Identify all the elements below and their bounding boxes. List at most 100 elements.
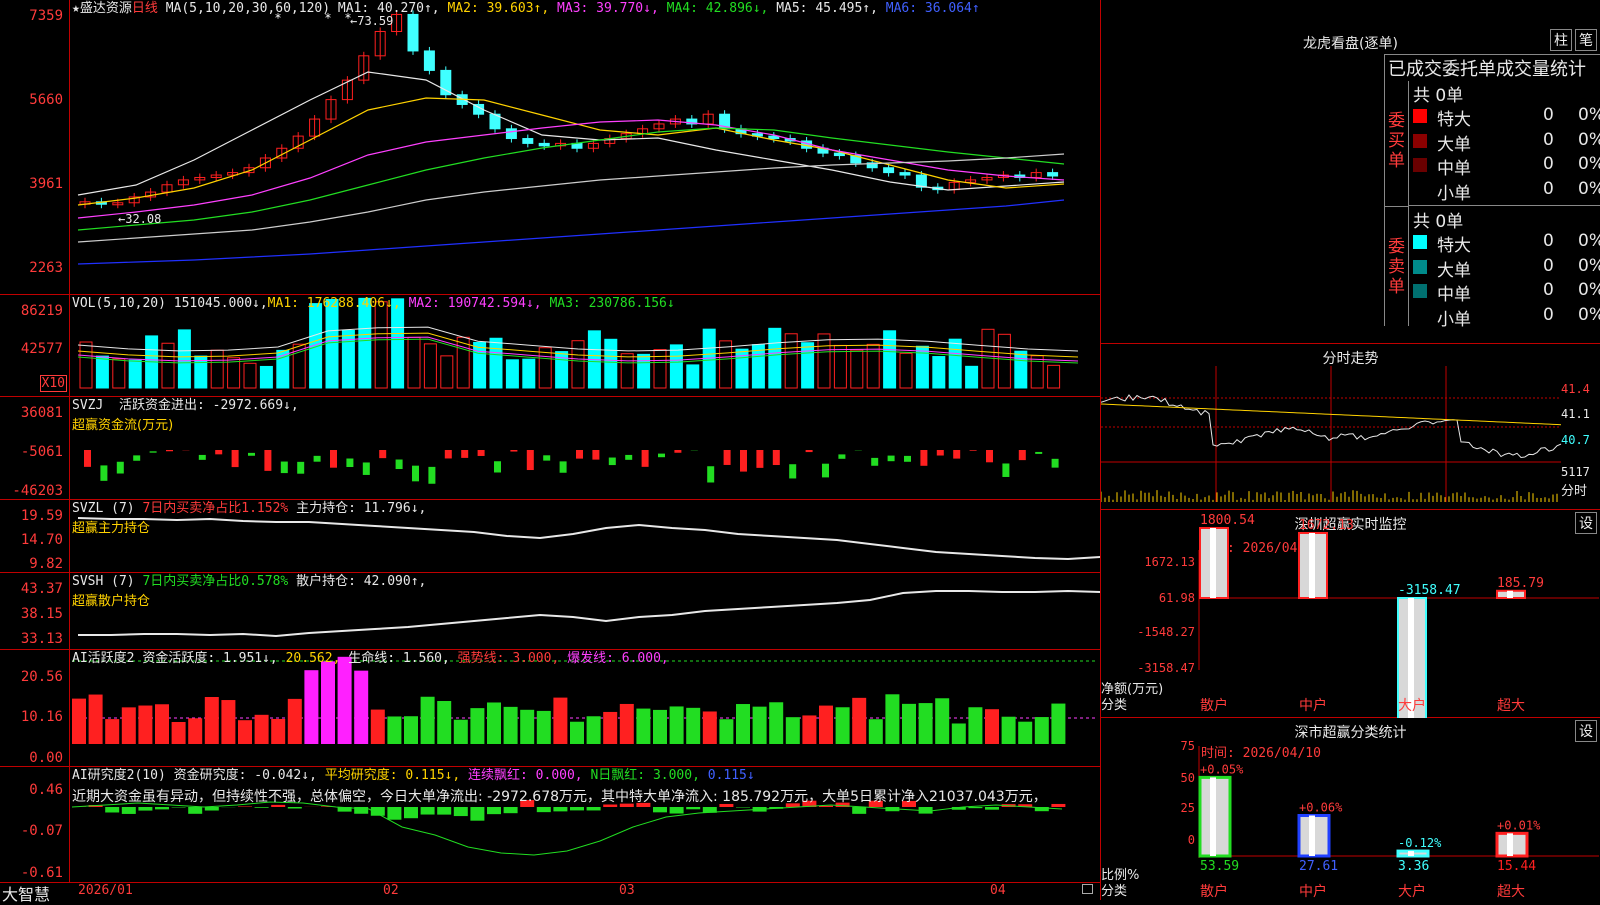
- flow-bar: [953, 450, 960, 459]
- candle-body: [884, 168, 894, 173]
- ma-value: MA4: 42.896↓,: [659, 1, 769, 16]
- ratio-label: 27.61: [1299, 859, 1338, 874]
- activity-bar: [255, 715, 269, 744]
- candle-body: [1048, 173, 1058, 176]
- volume-bar: [670, 345, 682, 388]
- flow-bar: [625, 455, 632, 460]
- category-label: 大户: [1398, 883, 1426, 900]
- order-type: 小单: [1437, 179, 1471, 204]
- candle-body: [506, 129, 516, 139]
- order-pct: 0%: [1578, 256, 1600, 276]
- sz-monitor-panel[interactable]: 深圳超赢实时监控 设 时间: 2026/04/10 1672.1361.98-1…: [1100, 510, 1600, 718]
- activity-bar: [238, 720, 252, 744]
- order-color-swatch: [1413, 109, 1427, 123]
- sz-class-chart[interactable]: 7550250+0.05%53.59散户+0.06%27.61中户-0.12%3…: [1101, 718, 1600, 900]
- date-axis: 大智慧 2026/01 02 03 04: [0, 883, 1100, 900]
- y-tick: 40.7: [1561, 433, 1590, 447]
- low-price-label: ←32.08: [118, 212, 161, 226]
- flow-bar: [592, 450, 599, 460]
- volume-bar: [638, 354, 650, 388]
- svsh-panel[interactable]: 43.37 38.15 33.13 SVSH (7) 7日内买卖净占比0.578…: [0, 573, 1100, 650]
- lock-icon[interactable]: [1082, 884, 1093, 894]
- research-bar: [188, 807, 202, 814]
- activity-bar: [421, 697, 435, 744]
- date-label: 02: [383, 883, 399, 898]
- volume-bar: [687, 365, 699, 388]
- change-label: +0.05%: [1200, 762, 1244, 776]
- buy-total: 共 0单: [1413, 81, 1463, 106]
- sz-class-panel[interactable]: 深市超赢分类统计 设 时间: 2026/04/10 7550250+0.05%5…: [1100, 718, 1600, 900]
- ai-active-chart[interactable]: [0, 650, 1100, 767]
- kline-panel[interactable]: 7359 5660 3961 2263 *** ★盛达资源日线 MA(5,10,…: [0, 0, 1100, 295]
- ai-research-chart[interactable]: [0, 767, 1100, 883]
- activity-bar: [753, 707, 767, 744]
- activity-bar: [271, 719, 285, 744]
- y-tick: 61.98: [1159, 591, 1195, 605]
- kline-chart[interactable]: ***: [0, 0, 1100, 295]
- order-pct: 0%: [1578, 280, 1600, 300]
- ai-active-panel[interactable]: 20.56 10.16 0.00 AI活跃度2 资金活跃度: 1.951↓, 2…: [0, 650, 1100, 767]
- volume-bar: [933, 357, 945, 388]
- research-bar: [138, 807, 152, 811]
- flow-bar: [510, 450, 517, 452]
- intraday-panel[interactable]: 分时走势 41.4 41.1 40.7 5117 分时: [1100, 344, 1600, 510]
- order-count: 0: [1543, 231, 1554, 251]
- activity-bar: [869, 719, 883, 744]
- order-row: 中单00%: [1413, 154, 1600, 176]
- svzj-header: SVZJ 活跃资金进出: -2972.669↓,: [72, 399, 299, 413]
- intraday-chart[interactable]: [1101, 344, 1600, 510]
- flow-bar: [970, 450, 977, 451]
- y-tick: 50: [1181, 771, 1195, 785]
- activity-bar: [686, 708, 700, 744]
- volume-bar: [490, 338, 502, 388]
- flow-bar: [412, 466, 419, 482]
- dragon-tiger-title: 龙虎看盘(逐单): [1101, 33, 1600, 53]
- volume-bar: [539, 348, 551, 388]
- order-color-swatch: [1413, 284, 1427, 298]
- flow-bar: [773, 450, 780, 465]
- volume-bar: [178, 330, 190, 388]
- vol-header: VOL(5,10,20) 151045.000↓,MA1: 176288.406…: [72, 297, 675, 311]
- flow-bar: [396, 460, 403, 470]
- volume-bar: [572, 341, 584, 388]
- date-label: 04: [990, 883, 1006, 898]
- candle-body: [408, 14, 418, 50]
- flow-bar: [527, 450, 534, 470]
- flow-bar: [445, 450, 452, 458]
- order-type: 特大: [1437, 231, 1471, 256]
- activity-bar: [819, 706, 833, 744]
- y-tick: -3158.47: [1137, 661, 1195, 675]
- category-label: 中户: [1299, 697, 1327, 714]
- activity-bar: [354, 671, 368, 744]
- ai-active-header: AI活跃度2 资金活跃度: 1.951↓, 20.562, 生命线: 1.560…: [72, 652, 669, 666]
- flow-bar: [461, 450, 468, 458]
- sz-class-xlabel: 分类: [1101, 880, 1127, 899]
- activity-bar: [802, 715, 816, 744]
- period-label[interactable]: 日线: [132, 1, 158, 16]
- bar-mode-button[interactable]: 柱: [1550, 29, 1572, 51]
- order-count: 0: [1543, 179, 1554, 199]
- order-stat-subtitle: 已成交委托单成交量统计: [1384, 54, 1600, 81]
- volume-bar: [1015, 351, 1027, 388]
- order-count: 0: [1543, 305, 1554, 325]
- tick-mode-button[interactable]: 笔: [1575, 29, 1597, 51]
- sz-monitor-chart[interactable]: 1672.1361.98-1548.27-3158.471800.54散户167…: [1101, 510, 1600, 718]
- activity-bar: [155, 704, 169, 744]
- flow-bar: [838, 454, 845, 458]
- flow-bar: [478, 450, 485, 456]
- volume-panel[interactable]: 86219 42577 X10 VOL(5,10,20) 151045.000↓…: [0, 295, 1100, 397]
- candle-body: [834, 153, 844, 155]
- svzl-panel[interactable]: 19.59 14.70 9.82 SVZL (7) 7日内买卖净占比1.152%…: [0, 500, 1100, 573]
- volume-bar: [998, 334, 1010, 388]
- volume-bar: [441, 356, 453, 388]
- star-icon[interactable]: ★: [72, 1, 80, 16]
- category-label: 中户: [1299, 883, 1327, 900]
- research-comment: 近期大资金虽有异动，但持续性不强，总体偏空，今日大单净流出: -2972.678…: [72, 786, 1047, 806]
- ai-research-panel[interactable]: 0.46 -0.07 -0.61 AI研究度2(10) 资金研究度: -0.04…: [0, 767, 1100, 883]
- flow-bar: [428, 467, 435, 484]
- order-pct: 0%: [1578, 105, 1600, 125]
- flow-bar-highlight: [1309, 533, 1315, 598]
- svzj-panel[interactable]: 36081 -5061 -46203 SVZJ 活跃资金进出: -2972.66…: [0, 397, 1100, 500]
- bar-value-label: 1800.54: [1200, 513, 1255, 528]
- activity-bar: [321, 661, 335, 744]
